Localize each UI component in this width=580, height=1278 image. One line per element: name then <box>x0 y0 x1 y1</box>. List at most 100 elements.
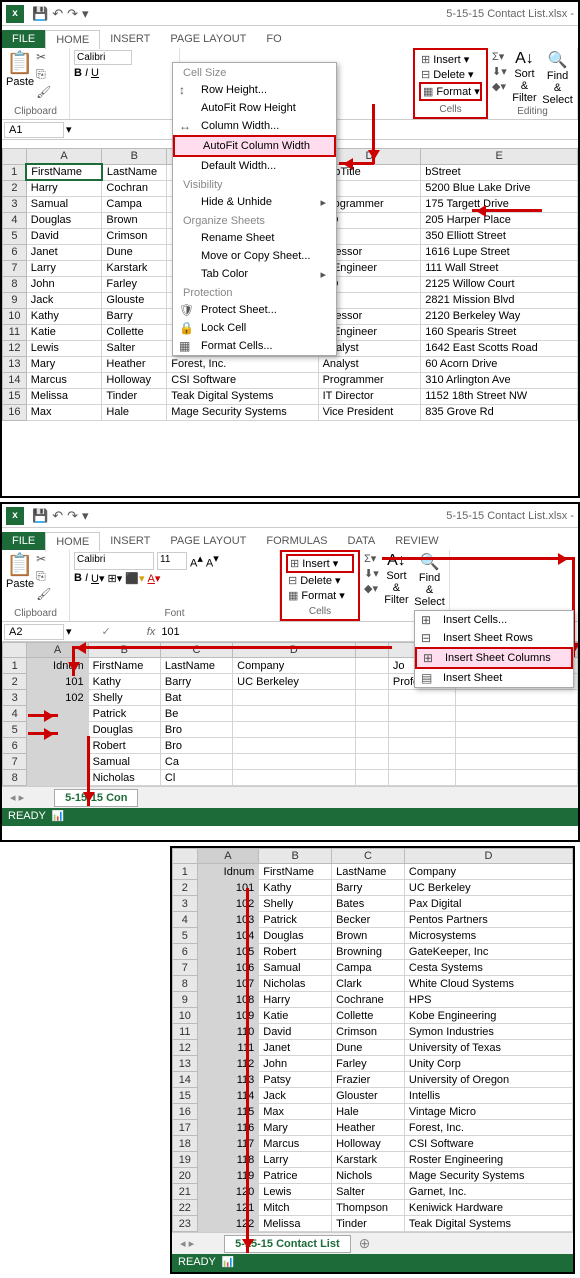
cell[interactable] <box>388 754 455 770</box>
row-header[interactable]: 9 <box>173 992 198 1008</box>
fill-icon[interactable]: ⬇▾ <box>364 567 379 580</box>
cell[interactable]: Melissa <box>26 388 102 404</box>
sheet-tab[interactable]: 5-15-15 Con <box>54 789 138 807</box>
cell[interactable]: 108 <box>197 992 259 1008</box>
cell[interactable]: Karstark <box>102 260 167 276</box>
cell[interactable]: Hale <box>332 1104 405 1120</box>
cell[interactable]: CSI Software <box>167 372 318 388</box>
row-header[interactable]: 6 <box>3 244 27 260</box>
underline-button[interactable]: U▾ <box>91 572 104 585</box>
cell[interactable]: Campa <box>332 960 405 976</box>
cell[interactable]: Kathy <box>259 880 332 896</box>
row-header[interactable]: 20 <box>173 1168 198 1184</box>
cell[interactable]: Frazier <box>332 1072 405 1088</box>
cell[interactable]: UC Berkeley <box>233 674 355 690</box>
cell[interactable] <box>233 754 355 770</box>
border-button[interactable]: ⊞▾ <box>108 572 123 585</box>
cell[interactable]: 2821 Mission Blvd <box>421 292 578 308</box>
cell[interactable]: Patrick <box>259 912 332 928</box>
column-header[interactable]: C <box>160 643 232 658</box>
cell[interactable]: Douglas <box>26 212 102 228</box>
row-header[interactable]: 12 <box>3 340 27 356</box>
bold-button[interactable]: B <box>74 67 82 79</box>
cell[interactable]: Campa <box>102 196 167 212</box>
underline-button[interactable]: U <box>91 67 99 79</box>
cell[interactable]: Teak Digital Systems <box>167 388 318 404</box>
cell[interactable]: Patrice <box>259 1168 332 1184</box>
cell[interactable]: Cochrane <box>332 992 405 1008</box>
cell[interactable]: 1616 Lupe Street <box>421 244 578 260</box>
paste-button[interactable]: 📋Paste <box>6 552 34 601</box>
cell[interactable]: Robert <box>88 738 160 754</box>
cell[interactable]: 119 <box>197 1168 259 1184</box>
cell[interactable]: Mary <box>259 1120 332 1136</box>
cell[interactable]: 101 <box>197 880 259 896</box>
copy-icon[interactable]: ⎘ <box>36 67 51 82</box>
delete-cells-button[interactable]: ⊟Delete▾ <box>286 573 354 588</box>
cell[interactable] <box>27 754 88 770</box>
cell[interactable]: Bat <box>160 690 232 706</box>
cell[interactable]: Shelly <box>259 896 332 912</box>
cell[interactable]: Clark <box>332 976 405 992</box>
font-name-select[interactable]: Calibri <box>74 50 132 65</box>
save-icon[interactable]: 💾 <box>32 508 48 524</box>
cell[interactable]: 115 <box>197 1104 259 1120</box>
cell[interactable]: Samual <box>26 196 102 212</box>
row-header[interactable]: 5 <box>173 928 198 944</box>
menu-format-cells[interactable]: ▦Format Cells... <box>173 337 336 355</box>
cell[interactable]: Samual <box>259 960 332 976</box>
cell[interactable]: Be <box>160 706 232 722</box>
qat-dropdown-icon[interactable]: ▾ <box>82 6 89 22</box>
cell[interactable]: Cesta Systems <box>404 960 572 976</box>
clear-icon[interactable]: ◆▾ <box>492 80 507 93</box>
cell[interactable]: FirstName <box>26 164 102 180</box>
cell[interactable] <box>233 738 355 754</box>
cell[interactable]: David <box>26 228 102 244</box>
cell[interactable]: University of Texas <box>404 1040 572 1056</box>
column-header[interactable]: A <box>197 849 259 864</box>
cell[interactable]: 104 <box>197 928 259 944</box>
cell[interactable]: Nicholas <box>259 976 332 992</box>
row-header[interactable]: 2 <box>173 880 198 896</box>
cell[interactable] <box>355 738 388 754</box>
cell[interactable]: Becker <box>332 912 405 928</box>
cell[interactable] <box>27 770 88 786</box>
cell[interactable]: Keniwick Hardware <box>404 1200 572 1216</box>
cell[interactable]: FirstName <box>88 658 160 674</box>
cell[interactable]: Collette <box>332 1008 405 1024</box>
cell[interactable] <box>355 658 388 674</box>
menu-insert-columns[interactable]: ⊞Insert Sheet Columns <box>415 647 573 669</box>
format-cells-button[interactable]: ▦Format▾ <box>419 82 482 101</box>
cell[interactable]: Shelly <box>88 690 160 706</box>
cell[interactable]: Douglas <box>259 928 332 944</box>
cell[interactable]: 205 Harper Place <box>421 212 578 228</box>
undo-icon[interactable]: ↶ <box>52 508 63 524</box>
find-select-button[interactable]: 🔍Find & Select <box>414 552 445 608</box>
cell[interactable]: Mitch <box>259 1200 332 1216</box>
row-header[interactable]: 16 <box>173 1104 198 1120</box>
cell[interactable] <box>355 690 388 706</box>
tab-file[interactable]: FILE <box>2 532 45 550</box>
cell[interactable]: Katie <box>259 1008 332 1024</box>
cell[interactable]: Hale <box>102 404 167 420</box>
cell[interactable]: IT Director <box>318 388 421 404</box>
cell[interactable]: Analyst <box>318 356 421 372</box>
cell[interactable] <box>355 706 388 722</box>
cell[interactable]: Brown <box>332 928 405 944</box>
cell[interactable]: Heather <box>332 1120 405 1136</box>
cell[interactable]: Patsy <box>259 1072 332 1088</box>
cell[interactable]: Marcus <box>26 372 102 388</box>
cell[interactable]: Janet <box>259 1040 332 1056</box>
cell[interactable]: Nichols <box>332 1168 405 1184</box>
tab-review[interactable]: REVIEW <box>385 532 448 550</box>
tab-file[interactable]: FILE <box>2 30 45 48</box>
tab-home[interactable]: HOME <box>45 532 100 551</box>
cell[interactable]: UC Berkeley <box>404 880 572 896</box>
paste-button[interactable]: 📋 Paste <box>6 50 34 99</box>
cell[interactable] <box>355 674 388 690</box>
select-all-corner[interactable] <box>173 849 198 864</box>
cell[interactable] <box>355 770 388 786</box>
row-header[interactable]: 10 <box>3 308 27 324</box>
cell[interactable]: Crimson <box>332 1024 405 1040</box>
row-header[interactable]: 23 <box>173 1216 198 1232</box>
